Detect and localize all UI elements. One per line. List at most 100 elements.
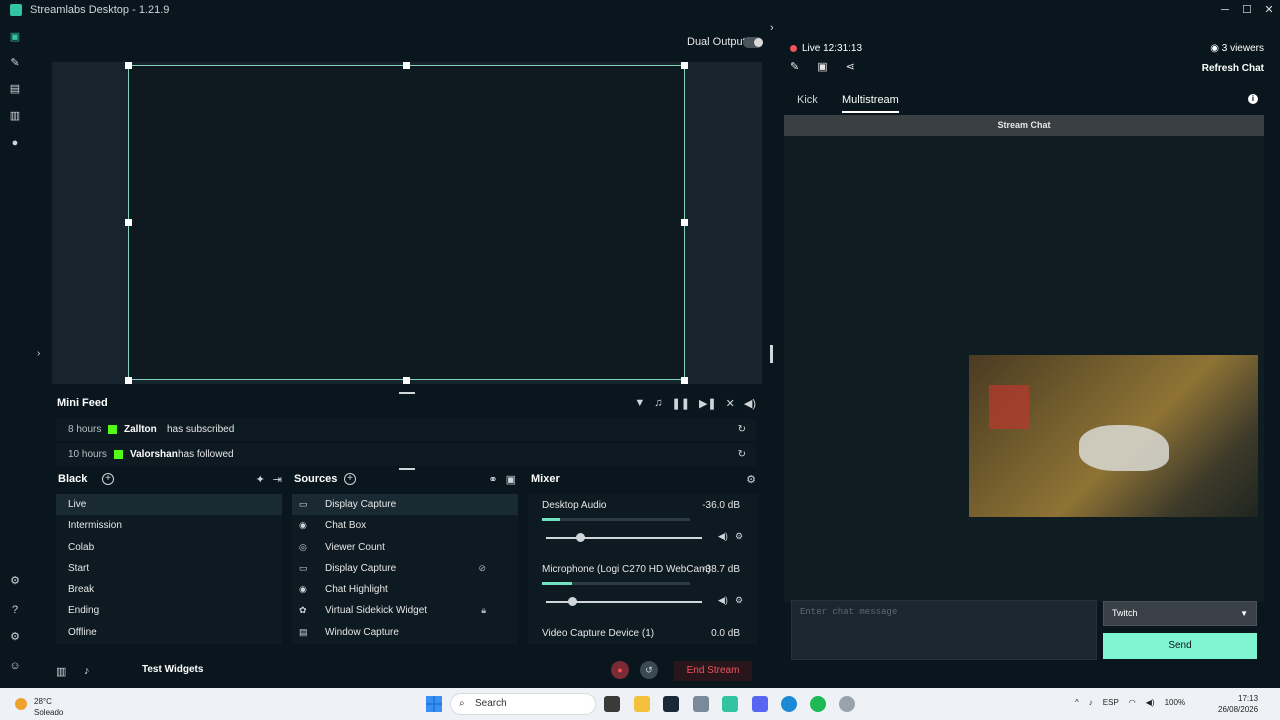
share-icon[interactable]: ⋖ <box>846 60 855 73</box>
tab-kick[interactable]: Kick <box>797 94 818 106</box>
resize-handle[interactable] <box>681 219 688 226</box>
transition-icon[interactable]: ✦ <box>256 473 265 486</box>
steam-icon[interactable] <box>663 696 679 712</box>
source-item[interactable]: ◉ Chat Box <box>292 515 518 536</box>
taskbar-clock[interactable]: 17:13 26/08/2026 <box>1218 693 1258 715</box>
resize-handle[interactable] <box>403 62 410 69</box>
chevron-right-icon[interactable]: › <box>37 348 40 359</box>
alert-icon[interactable]: ♪ <box>84 665 90 677</box>
source-item[interactable]: ◉ Chat Highlight <box>292 579 518 600</box>
scene-item[interactable]: Break <box>56 579 282 600</box>
filter-icon[interactable]: ▼ <box>634 397 645 410</box>
chevron-right-icon[interactable]: › <box>770 22 774 34</box>
add-source-button[interactable]: + <box>344 473 356 485</box>
settings-nav-icon[interactable]: ⚙ <box>9 631 21 643</box>
gear-icon[interactable]: ⚙ <box>735 595 743 606</box>
source-item[interactable]: ▤ Window Capture <box>292 622 518 643</box>
dual-output-toggle[interactable] <box>743 37 763 48</box>
volume-slider[interactable] <box>546 533 702 542</box>
stats-icon[interactable]: ▥ <box>56 665 66 678</box>
wifi-icon[interactable]: ◠ <box>1129 698 1136 707</box>
music-icon[interactable]: ♫ <box>654 397 662 410</box>
lock-icon[interactable]: 🔒︎ <box>481 600 486 621</box>
help-nav-icon[interactable]: ? <box>9 604 21 616</box>
minimize-button[interactable]: ─ <box>1214 0 1236 20</box>
streamlabs-app-icon[interactable] <box>722 696 738 712</box>
tools-nav-icon[interactable]: ⚙ <box>9 575 21 587</box>
chat-message-input[interactable]: Enter chat message <box>791 600 1097 660</box>
tab-multistream[interactable]: Multistream <box>842 94 899 113</box>
mute-alerts-icon[interactable]: ✕ <box>726 397 735 410</box>
pause-icon[interactable]: ❚❚ <box>672 397 690 410</box>
speaker-icon[interactable]: ◀) <box>718 531 728 542</box>
close-button[interactable]: ✕ <box>1258 0 1280 20</box>
resize-handle[interactable] <box>125 377 132 384</box>
spotify-icon[interactable] <box>810 696 826 712</box>
end-stream-button[interactable]: End Stream <box>674 661 752 681</box>
replay-buffer-button[interactable]: ↺ <box>640 661 658 679</box>
microphone-icon[interactable]: ♪ <box>1089 698 1093 707</box>
skip-icon[interactable]: ▶❚ <box>699 397 717 410</box>
resize-handle[interactable] <box>681 62 688 69</box>
gear-icon[interactable]: ⚙ <box>746 473 756 486</box>
video-icon[interactable]: ▣ <box>817 60 827 73</box>
send-button[interactable]: Send <box>1103 633 1257 659</box>
resize-handle[interactable] <box>125 62 132 69</box>
themes-nav-icon[interactable]: ✎ <box>9 57 21 69</box>
battery-level[interactable]: 100% <box>1165 698 1185 707</box>
maximize-button[interactable]: ☐ <box>1236 0 1258 20</box>
gear-icon[interactable]: ⚙ <box>735 531 743 542</box>
info-icon[interactable]: i <box>1248 94 1258 104</box>
scene-item[interactable]: Intermission <box>56 515 282 536</box>
store-nav-icon[interactable]: ▤ <box>9 83 21 95</box>
platform-select[interactable]: Twitch ▼ <box>1103 601 1257 626</box>
resize-handle[interactable] <box>681 377 688 384</box>
file-explorer-icon[interactable] <box>634 696 650 712</box>
speaker-icon[interactable]: ◀) <box>718 595 728 606</box>
collapse-icon[interactable]: ⇥ <box>273 473 282 486</box>
chevron-up-icon[interactable]: ^ <box>1075 698 1079 707</box>
profile-nav-icon[interactable]: ☺ <box>9 660 21 672</box>
settings-app-icon[interactable] <box>693 696 709 712</box>
app-icon[interactable] <box>839 696 855 712</box>
repeat-alert-icon[interactable]: ↻ <box>738 443 746 466</box>
repeat-alert-icon[interactable]: ↻ <box>738 418 746 441</box>
resize-handle[interactable] <box>125 219 132 226</box>
volume-knob[interactable] <box>568 597 577 606</box>
test-widgets-label[interactable]: Test Widgets <box>142 664 203 675</box>
resize-handle[interactable] <box>403 377 410 384</box>
folder-icon[interactable]: ▣ <box>506 473 516 486</box>
hidden-eye-icon[interactable]: ⊘ <box>478 558 486 579</box>
volume-icon[interactable]: ◀) <box>1146 698 1155 707</box>
source-item[interactable]: ▭ Display Capture <box>292 494 518 516</box>
scene-item[interactable]: Ending <box>56 600 282 621</box>
scene-item[interactable]: Colab <box>56 537 282 558</box>
mixer-panel: Mixer ⚙ Desktop Audio -36.0 dB ◀) ⚙ Micr… <box>526 470 762 645</box>
scene-item[interactable]: Start <box>56 558 282 579</box>
scene-item[interactable]: Offline <box>56 622 282 643</box>
add-scene-button[interactable]: + <box>102 473 114 485</box>
play-nav-icon[interactable]: ● <box>9 137 21 149</box>
edge-icon[interactable] <box>781 696 797 712</box>
scene-collection-title[interactable]: Black <box>58 473 87 485</box>
scene-item[interactable]: Live <box>56 494 282 516</box>
volume-knob[interactable] <box>576 533 585 542</box>
display-capture-preview[interactable] <box>128 65 685 380</box>
volume-icon[interactable]: ◀) <box>744 397 756 410</box>
vertical-splitter[interactable] <box>770 345 773 363</box>
discord-icon[interactable] <box>752 696 768 712</box>
windows-start-icon[interactable] <box>426 696 442 712</box>
volume-slider[interactable] <box>546 597 702 606</box>
library-nav-icon[interactable]: ▥ <box>9 110 21 122</box>
source-item[interactable]: ✿ Virtual Sidekick Widget 🔒︎ <box>292 600 518 621</box>
source-item[interactable]: ▭ Display Capture ⊘ <box>292 558 518 579</box>
source-item[interactable]: ◎ Viewer Count <box>292 537 518 558</box>
task-view-icon[interactable] <box>604 696 620 712</box>
editor-nav-icon[interactable]: ▣ <box>9 31 21 43</box>
record-button[interactable]: ● <box>611 661 629 679</box>
taskbar-search[interactable]: ⌕ Search <box>450 693 596 715</box>
language-indicator[interactable]: ESP <box>1103 698 1119 707</box>
refresh-chat-button[interactable]: Refresh Chat <box>1202 63 1264 74</box>
link-icon[interactable]: ⚭ <box>488 473 497 486</box>
edit-icon[interactable]: ✎ <box>790 60 799 73</box>
